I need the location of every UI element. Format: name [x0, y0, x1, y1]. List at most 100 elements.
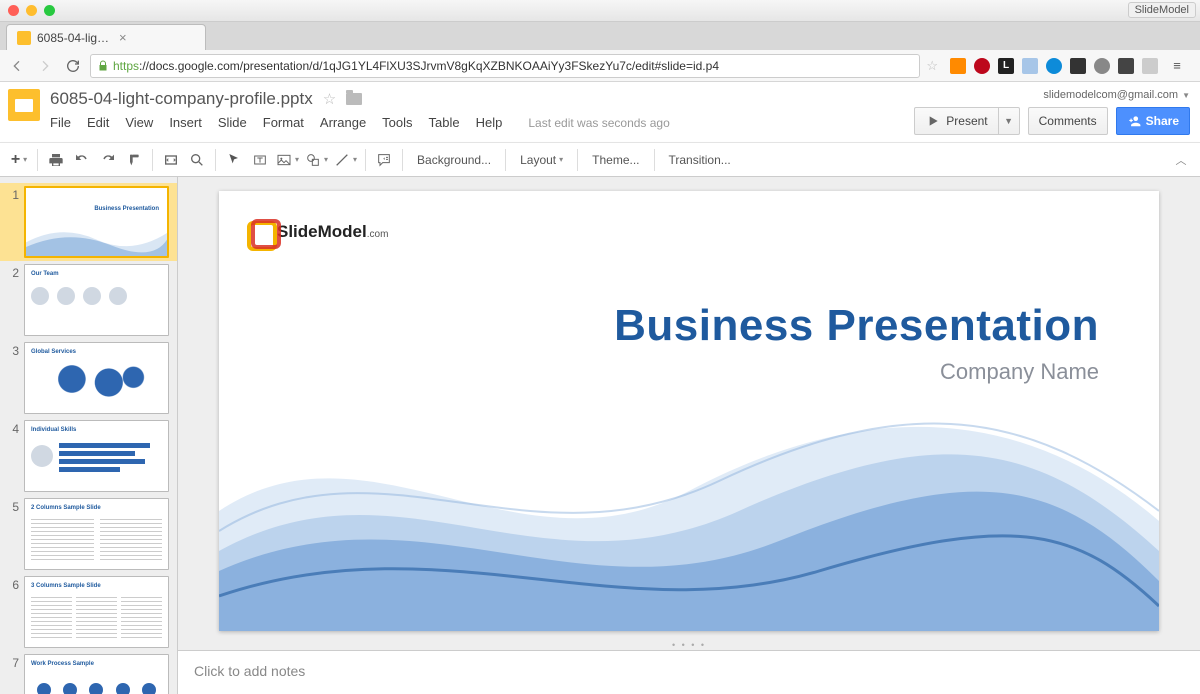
print-button[interactable]	[43, 147, 69, 173]
layout-button[interactable]: Layout	[511, 147, 572, 173]
back-button[interactable]	[6, 55, 28, 77]
present-button[interactable]: Present	[914, 107, 998, 135]
comments-label: Comments	[1039, 114, 1097, 128]
slide-thumbnail-panel[interactable]: 1 Business Presentation 2 Our Team 3 Glo…	[0, 177, 178, 694]
slide-thumbnail[interactable]: 5 2 Columns Sample Slide	[0, 495, 177, 573]
slide-thumbnail[interactable]: 3 Global Services	[0, 339, 177, 417]
bookmark-star-icon[interactable]: ☆	[926, 58, 938, 74]
thumb-number: 2	[4, 264, 24, 280]
window-close-dot[interactable]	[8, 5, 19, 16]
menu-format[interactable]: Format	[263, 115, 304, 130]
toolbar: + Background... Layout Theme... Transiti…	[0, 142, 1200, 177]
buffer-icon[interactable]	[1070, 58, 1086, 74]
paint-format-button[interactable]	[121, 147, 147, 173]
tab-close-icon[interactable]: ×	[119, 30, 195, 45]
window-zoom-dot[interactable]	[44, 5, 55, 16]
line-tool[interactable]	[331, 147, 360, 173]
reload-button[interactable]	[62, 55, 84, 77]
ext-icon[interactable]	[1118, 58, 1134, 74]
comment-button[interactable]	[371, 147, 397, 173]
person-plus-icon	[1127, 114, 1141, 128]
extension-badge[interactable]: SlideModel	[1128, 2, 1196, 18]
slide-canvas[interactable]: SlideModel.com Business Presentation Com…	[219, 191, 1159, 631]
speaker-notes[interactable]: Click to add notes	[178, 650, 1200, 694]
caret-down-icon: ▼	[1182, 91, 1190, 100]
collapse-toolbar-icon[interactable]: ︿	[1168, 147, 1194, 173]
present-label: Present	[946, 114, 987, 128]
present-dropdown[interactable]: ▼	[999, 107, 1020, 135]
pinterest-icon[interactable]	[974, 58, 990, 74]
menu-edit[interactable]: Edit	[87, 115, 109, 130]
image-tool[interactable]	[273, 147, 302, 173]
transition-button[interactable]: Transition...	[660, 147, 740, 173]
menu-file[interactable]: File	[50, 115, 71, 130]
ext-icon[interactable]	[1094, 58, 1110, 74]
ext-icon[interactable]	[950, 58, 966, 74]
menu-arrange[interactable]: Arrange	[320, 115, 366, 130]
select-tool[interactable]	[221, 147, 247, 173]
extension-icons: L ≡	[944, 55, 1194, 77]
ext-icon[interactable]	[1046, 58, 1062, 74]
play-icon	[925, 113, 941, 129]
menu-insert[interactable]: Insert	[169, 115, 202, 130]
slide-thumbnail[interactable]: 7 Work Process Sample	[0, 651, 177, 694]
slide-thumbnail[interactable]: 1 Business Presentation	[0, 183, 177, 261]
menu-bar: File Edit View Insert Slide Format Arran…	[50, 115, 914, 130]
logo-mark-icon	[247, 219, 273, 245]
app-header: 6085-04-light-company-profile.pptx ☆ Fil…	[0, 82, 1200, 142]
workspace: 1 Business Presentation 2 Our Team 3 Glo…	[0, 177, 1200, 694]
slide-logo: SlideModel.com	[247, 219, 388, 245]
menu-table[interactable]: Table	[429, 115, 460, 130]
tab-title: 6085-04-light-company-pr	[37, 31, 113, 45]
canvas-scroll[interactable]: SlideModel.com Business Presentation Com…	[178, 177, 1200, 642]
zoom-button[interactable]	[184, 147, 210, 173]
macos-titlebar: SlideModel	[0, 0, 1200, 22]
thumb-number: 7	[4, 654, 24, 670]
menu-slide[interactable]: Slide	[218, 115, 247, 130]
thumb-number: 5	[4, 498, 24, 514]
account-switcher[interactable]: slidemodelcom@gmail.com ▼	[1043, 89, 1190, 101]
thumb-number: 3	[4, 342, 24, 358]
window-minimize-dot[interactable]	[26, 5, 37, 16]
menu-help[interactable]: Help	[476, 115, 503, 130]
slide-title-text[interactable]: Business Presentation	[614, 301, 1099, 351]
textbox-tool[interactable]	[247, 147, 273, 173]
address-bar[interactable]: https://docs.google.com/presentation/d/1…	[90, 54, 920, 78]
browser-tab[interactable]: 6085-04-light-company-pr ×	[6, 24, 206, 50]
slide-thumbnail[interactable]: 6 3 Columns Sample Slide	[0, 573, 177, 651]
thumb-number: 6	[4, 576, 24, 592]
slide-thumbnail[interactable]: 2 Our Team	[0, 261, 177, 339]
last-edit-status[interactable]: Last edit was seconds ago	[528, 116, 669, 130]
url-scheme: https	[113, 59, 139, 73]
redo-button[interactable]	[95, 147, 121, 173]
menu-tools[interactable]: Tools	[382, 115, 412, 130]
url-path: ://docs.google.com/presentation/d/1qJG1Y…	[139, 59, 719, 73]
ext-icon[interactable]	[1142, 58, 1158, 74]
chrome-menu-icon[interactable]: ≡	[1166, 55, 1188, 77]
undo-button[interactable]	[69, 147, 95, 173]
forward-button	[34, 55, 56, 77]
ext-icon[interactable]	[1022, 58, 1038, 74]
theme-button[interactable]: Theme...	[583, 147, 648, 173]
folder-icon[interactable]	[346, 93, 362, 105]
slide-thumbnail[interactable]: 4 Individual Skills	[0, 417, 177, 495]
document-title[interactable]: 6085-04-light-company-profile.pptx	[50, 89, 313, 109]
browser-toolbar: https://docs.google.com/presentation/d/1…	[0, 50, 1200, 82]
menu-view[interactable]: View	[125, 115, 153, 130]
thumb-number: 4	[4, 420, 24, 436]
lock-icon	[97, 60, 109, 72]
star-icon[interactable]: ☆	[323, 90, 336, 108]
fit-button[interactable]	[158, 147, 184, 173]
new-slide-button[interactable]: +	[6, 147, 32, 173]
thumb-number: 1	[4, 186, 24, 202]
notes-resize-handle[interactable]: • • • •	[178, 642, 1200, 650]
slides-logo[interactable]	[8, 89, 40, 121]
comments-button[interactable]: Comments	[1028, 107, 1108, 135]
ext-icon-dark[interactable]: L	[998, 58, 1014, 74]
share-button[interactable]: Share	[1116, 107, 1190, 135]
background-button[interactable]: Background...	[408, 147, 500, 173]
shape-tool[interactable]	[302, 147, 331, 173]
notes-placeholder: Click to add notes	[194, 663, 305, 679]
tab-favicon	[17, 31, 31, 45]
slide-background-waves	[219, 371, 1159, 631]
